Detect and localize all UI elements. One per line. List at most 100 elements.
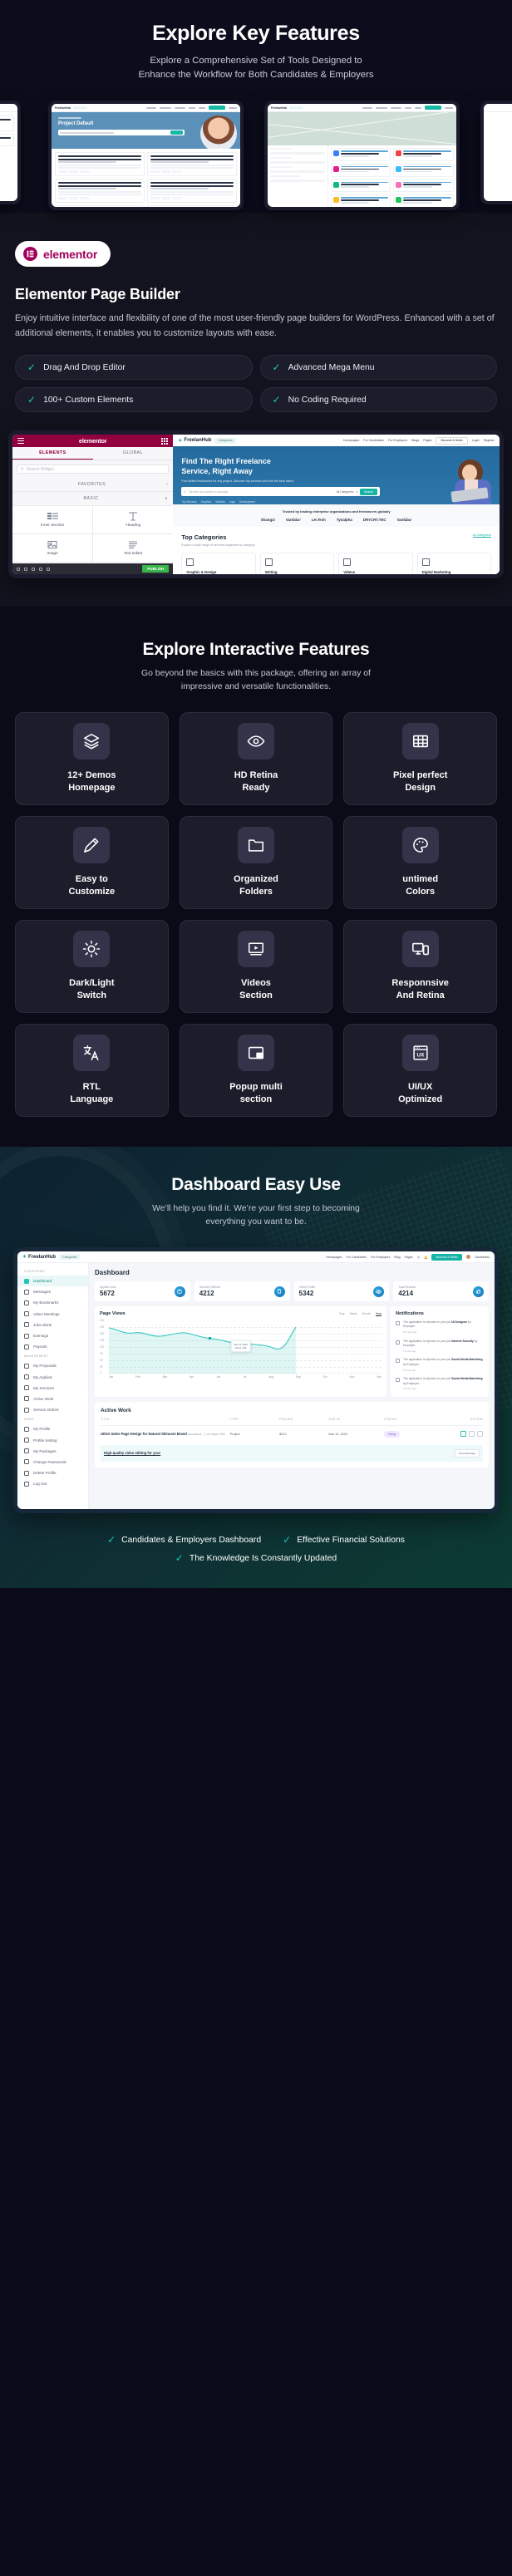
navigator-icon[interactable] <box>24 567 27 571</box>
table-row[interactable]: UI/UX Sales Page Design for Natural Skin… <box>101 1426 483 1443</box>
range-month[interactable]: Month <box>362 1312 371 1316</box>
categories-chip[interactable]: Categories <box>214 437 236 444</box>
sidebar-item-messages[interactable]: Messages <box>17 1286 88 1297</box>
dashboard-sidebar[interactable]: OVERVIEWS Dashboard Messages My Bookmark… <box>17 1263 89 1509</box>
become-seller-button[interactable]: Become A Seller <box>431 1253 462 1261</box>
nav-blogs[interactable]: Blogs <box>411 439 419 442</box>
sidebar-item-earnings[interactable]: Earnings <box>17 1330 88 1341</box>
chip-graphics[interactable]: Graphics <box>201 500 212 504</box>
preview-icon[interactable] <box>47 567 50 571</box>
register-link[interactable]: Register <box>484 439 495 442</box>
feature-card-hd-retina[interactable]: HD Retina Ready <box>179 712 333 805</box>
sidebar-item-my-services[interactable]: My Services <box>17 1383 88 1394</box>
widget-group-favorites[interactable]: FAVORITES › <box>12 478 174 492</box>
hero-search-bar[interactable]: ⚲ Job title, key words or company All Ca… <box>181 487 380 496</box>
active-work-table[interactable]: Active Work TITLE TYPE PRICING DUE IN ST… <box>95 1401 489 1467</box>
carousel-slide-map-search[interactable]: FreelanHub <box>264 101 460 210</box>
nav-homepages[interactable]: Homepages <box>343 439 359 442</box>
mock-map[interactable] <box>268 112 456 145</box>
feature-card-unlimited-colors[interactable]: untimed Colors <box>343 816 497 909</box>
sidebar-item-delete-profile[interactable]: Delete Profile <box>17 1467 88 1478</box>
feature-card-organized-folders[interactable]: Organized Folders <box>179 816 333 909</box>
stat-card-views-profile[interactable]: Views Profile 5342 <box>293 1281 390 1301</box>
nav-for-candidates[interactable]: For Candidates <box>363 439 384 442</box>
login-link[interactable]: Login <box>472 439 480 442</box>
nav-for-candidates[interactable]: For Candidates <box>346 1256 367 1259</box>
elementor-editor-screenshot[interactable]: elementor ELEMENTS GLOBAL ⚲ Search Widge… <box>8 430 504 578</box>
sidebar-item-my-applied[interactable]: My Applied <box>17 1372 88 1383</box>
history-icon[interactable] <box>32 567 35 571</box>
feature-card-dark-light-switch[interactable]: Dark/Light Switch <box>15 920 169 1013</box>
category-card[interactable]: Graphic & Design Logo Design Brand Ident… <box>181 553 256 574</box>
dashboard-navbar[interactable]: ✦ FreelanHub Categories Homepages For Ca… <box>17 1251 495 1263</box>
sidebar-item-my-packages[interactable]: My Packages <box>17 1446 88 1457</box>
tab-elements[interactable]: ELEMENTS <box>12 447 93 460</box>
row-actions[interactable] <box>440 1431 483 1438</box>
feature-card-easy-customize[interactable]: Easy to Customize <box>15 816 169 909</box>
nav-pages[interactable]: Pages <box>405 1256 413 1259</box>
category-card[interactable]: Digital Marketing Social Media Marketing… <box>416 553 491 574</box>
feature-card-responsive-retina[interactable]: Responnsive And Retina <box>343 920 497 1013</box>
sidebar-item-change-passwords[interactable]: Change Passwords <box>17 1457 88 1467</box>
tab-global[interactable]: GLOBAL <box>93 447 174 460</box>
chip-top-services[interactable]: Top Services <box>181 500 196 504</box>
feature-card-rtl-language[interactable]: RTL Language <box>15 1024 169 1117</box>
screenshot-carousel[interactable]: FreelanHub FreelanHub <box>0 101 512 213</box>
mock-nav[interactable] <box>146 106 237 110</box>
notifications-panel[interactable]: Notifications The application is rejecte… <box>391 1306 489 1397</box>
carousel-slide-job-list[interactable]: FreelanHub Project Default <box>48 101 244 210</box>
sidebar-item-jobs-alerts[interactable]: Jobs alerts <box>17 1320 88 1330</box>
feature-card-pixel-perfect[interactable]: Pixel perfect Design <box>343 712 497 805</box>
category-card[interactable]: Videos Video Production Video Editing Mo… <box>338 553 413 574</box>
stat-card-services-offered[interactable]: Services Offered 4212 <box>194 1281 290 1301</box>
editor-panel[interactable]: elementor ELEMENTS GLOBAL ⚲ Search Widge… <box>12 435 174 574</box>
preview-navbar[interactable]: ✦ FreelanHub Categories Homepages For Ca… <box>173 435 500 446</box>
carousel-slide-right-partial[interactable] <box>480 101 512 204</box>
range-year[interactable]: Year <box>375 1312 382 1316</box>
hero-search-button[interactable]: Search <box>360 488 377 495</box>
feature-card-videos-section[interactable]: Videos Section <box>179 920 333 1013</box>
sidebar-item-profile-setting[interactable]: Profile Setting <box>17 1434 88 1445</box>
edit-icon[interactable] <box>468 1431 475 1438</box>
nav-for-employers[interactable]: For Employers <box>371 1256 390 1259</box>
mock-categories-chip[interactable] <box>289 106 304 110</box>
grid-icon[interactable] <box>161 437 169 445</box>
feature-card-demos-homepage[interactable]: 12+ Demos Homepage <box>15 712 169 805</box>
bell-icon[interactable]: 🔔 <box>424 1256 427 1259</box>
hero-category-select[interactable]: All Categories <box>336 490 353 494</box>
avatar[interactable] <box>465 1255 470 1259</box>
widget-search-input[interactable]: ⚲ Search Widget.. <box>17 465 170 474</box>
editor-preview[interactable]: ✦ FreelanHub Categories Homepages For Ca… <box>173 435 500 574</box>
widget-image[interactable]: Image <box>12 534 93 562</box>
category-card[interactable]: Writing Content Writing Blog Writing Art… <box>259 553 335 574</box>
become-seller-button[interactable]: Become A Seller <box>436 436 468 445</box>
categories-chip[interactable]: Categories <box>59 1254 81 1260</box>
settings-icon[interactable] <box>17 567 20 571</box>
send-message-button[interactable]: Send Message <box>454 1448 480 1458</box>
widget-inner-section[interactable]: Inner Section <box>12 506 93 533</box>
range-week[interactable]: Week <box>350 1312 357 1316</box>
sidebar-item-dashboard[interactable]: Dashboard <box>17 1276 88 1287</box>
menu-icon[interactable] <box>17 438 24 444</box>
feature-card-uiux-optimized[interactable]: UX UI/UX Optimized <box>343 1024 497 1117</box>
all-categories-link[interactable]: All Categories <box>472 533 491 538</box>
file-icon[interactable] <box>476 1431 483 1438</box>
nav-blog[interactable]: Blog <box>394 1256 400 1259</box>
mock-filter-sidebar[interactable] <box>268 145 328 207</box>
widget-list[interactable]: Inner Section Heading Image Text Editor <box>12 506 174 563</box>
nav-for-employers[interactable]: For Employers <box>388 439 407 442</box>
range-day[interactable]: Day <box>339 1312 344 1316</box>
editor-footer-bar[interactable]: PUBLISH <box>12 563 174 574</box>
account-label[interactable]: Candidates <box>475 1256 490 1259</box>
feature-pill-custom-elements[interactable]: ✓ 100+ Custom Elements <box>15 387 253 412</box>
feature-pill-mega-menu[interactable]: ✓ Advanced Mega Menu <box>259 355 497 380</box>
mock-nav[interactable] <box>362 106 453 110</box>
chip-development[interactable]: Development <box>239 500 255 504</box>
widget-text-editor[interactable]: Text Editor <box>93 534 174 562</box>
sidebar-item-my-profile[interactable]: My Profile <box>17 1423 88 1434</box>
page-views-chart[interactable]: Page Views Day Week Month Year 200 175 1… <box>95 1306 386 1397</box>
chip-logo[interactable]: Logo <box>229 500 235 504</box>
hero-chips[interactable]: Top Services Graphics Website Logo Devel… <box>181 500 491 504</box>
mock-search-bar[interactable] <box>58 130 185 135</box>
chip-website[interactable]: Website <box>215 500 224 504</box>
